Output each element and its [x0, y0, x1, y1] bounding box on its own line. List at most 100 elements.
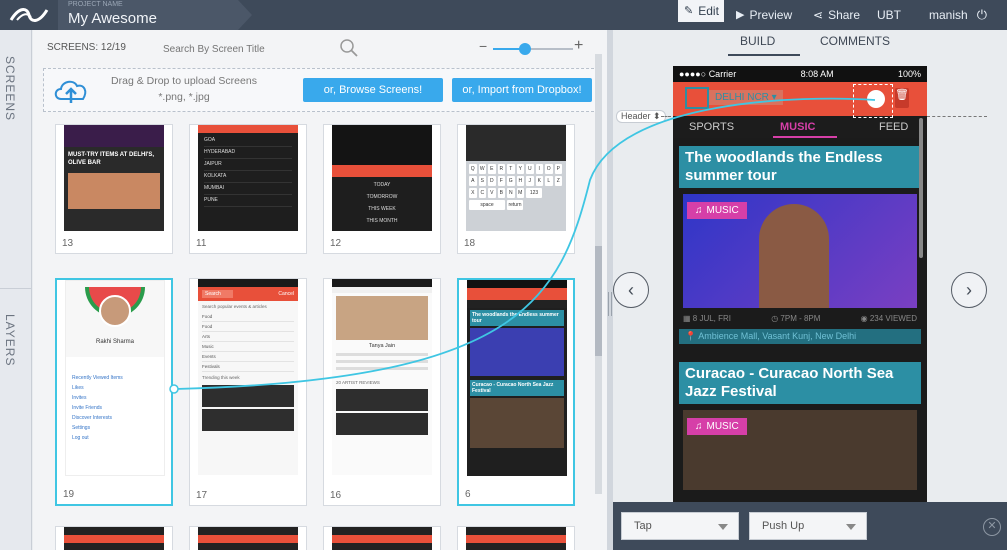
preview-button[interactable]: ▶ Preview: [736, 0, 792, 30]
event-image-1[interactable]: ♫ MUSIC: [683, 194, 917, 308]
screen-card[interactable]: MUST-TRY ITEMS AT DELHI'S, OLIVE BAR 13: [55, 124, 173, 254]
screen-card[interactable]: [323, 526, 441, 550]
thumb-search-label: Search: [202, 290, 233, 298]
trash-icon[interactable]: 🗑: [895, 88, 909, 108]
screens-grid: MUST-TRY ITEMS AT DELHI'S, OLIVE BAR 13 …: [43, 124, 591, 550]
thumb-link-item: Log out: [72, 435, 89, 441]
header-guide-line-left: [661, 116, 671, 117]
transition-value: Push Up: [762, 520, 805, 532]
header-label-pill[interactable]: Header ⬍: [616, 110, 666, 123]
app-logo-icon: [685, 87, 709, 109]
thumb-key: N: [507, 188, 515, 198]
thumb-profile-links: Recently Viewed Items Likes Invites Invite …: [66, 357, 164, 443]
app-logo[interactable]: [4, 1, 54, 29]
thumb-list-item: THIS MONTH: [366, 218, 398, 224]
screen-number: 19: [63, 489, 75, 500]
event-image-2[interactable]: ♫ MUSIC: [683, 410, 917, 490]
zoom-handle[interactable]: [519, 43, 531, 55]
nav-sports[interactable]: SPORTS: [689, 121, 734, 133]
preview-label: Preview: [749, 8, 793, 22]
power-icon[interactable]: ⏻: [977, 4, 987, 26]
caret-down-icon: [846, 524, 856, 530]
screen-number: 13: [62, 238, 74, 249]
thumb-category-list: Food Food Arts Music Events Festivals: [198, 312, 298, 372]
thumb-title: MUST-TRY ITEMS AT DELHI'S, OLIVE BAR: [68, 152, 155, 166]
search-icon[interactable]: [339, 38, 359, 58]
screen-card[interactable]: GOA HYDERABAD JAIPUR KOLKATA MUMBAI PUNE 11: [189, 124, 307, 254]
screen-card[interactable]: Q W E R T Y U I O P A S D F G H J K L Z X C V B N M 123 space return…: [457, 124, 575, 254]
screen-card[interactable]: [55, 526, 173, 550]
thumb-list-item: Festivals: [202, 362, 294, 372]
event-venue[interactable]: 📍 Ambience Mall, Vasant Kunj, New Delhi: [679, 329, 921, 344]
thumb-status: [332, 279, 432, 287]
share-label: Share: [828, 8, 861, 22]
screen-card[interactable]: Search Cancel Search popular events & ar…: [189, 278, 307, 506]
thumb-key: C: [478, 188, 486, 198]
ubt-button[interactable]: UBT: [877, 0, 901, 30]
thumb-key: J: [526, 176, 534, 186]
thumb-key: T: [507, 164, 515, 174]
trigger-value: Tap: [634, 520, 652, 532]
thumb-key: Y: [516, 164, 524, 174]
thumb-key: Z: [554, 176, 562, 186]
upload-dropzone[interactable]: Drag & Drop to upload Screens *.png, *.j…: [43, 68, 599, 112]
thumb-section-title: Search popular events & articles: [202, 304, 267, 309]
zoom-slider[interactable]: [493, 43, 573, 55]
screen-card[interactable]: [189, 526, 307, 550]
interaction-bar: Tap Push Up ✕: [613, 502, 1007, 550]
thumb-key: return: [507, 200, 523, 210]
cloud-upload-icon: [54, 80, 87, 103]
edit-button[interactable]: ✎ Edit: [678, 0, 724, 22]
play-icon: ▶: [736, 9, 745, 21]
thumb-artist-name: Tanya Jain: [368, 343, 396, 349]
screen-card[interactable]: Tanya Jain 20 ARTIST REVIEWS 16: [323, 278, 441, 506]
tab-build[interactable]: BUILD: [740, 34, 775, 48]
prev-screen-button[interactable]: ‹: [613, 272, 649, 308]
screen-number: 11: [196, 238, 207, 249]
screens-header: SCREENS: 12/19 − +: [33, 30, 607, 66]
phone-scrollbar[interactable]: [919, 118, 923, 258]
thumb-list-item: Food: [202, 322, 294, 332]
thumb-key: V: [488, 188, 496, 198]
search-input[interactable]: [163, 40, 338, 58]
event-title-1[interactable]: The woodlands the Endless summer tour: [679, 146, 921, 188]
user-menu[interactable]: manish ⏻: [929, 0, 987, 30]
thumb-cancel-label: Cancel: [278, 291, 294, 297]
project-name-box[interactable]: PROJECT NAME My Awesome: [58, 0, 252, 30]
splitter-grip[interactable]: [608, 292, 612, 316]
phone-preview[interactable]: ●●●●○ Carrier 8:08 AM 100% DELHI NCR ▾ 🗑…: [673, 66, 927, 506]
thumb-line: [336, 353, 428, 356]
screen-card-selected[interactable]: The woodlands the Endless summer tour Cu…: [457, 278, 575, 506]
screen-thumbnail: Search Cancel Search popular events & ar…: [198, 279, 298, 475]
thumb-list-item: Music: [202, 342, 294, 352]
music-tag-2: ♫ MUSIC: [687, 416, 747, 435]
nav-feed[interactable]: FEED: [879, 121, 908, 133]
nav-music[interactable]: MUSIC: [780, 121, 815, 133]
transition-select[interactable]: Push Up: [749, 512, 867, 540]
close-icon[interactable]: ✕: [983, 518, 1001, 536]
event-title-2[interactable]: Curacao - Curacao North Sea Jazz Festiva…: [679, 362, 921, 404]
tab-layers[interactable]: LAYERS: [3, 314, 17, 366]
upload-instructions: Drag & Drop to upload Screens: [111, 75, 257, 87]
screen-card[interactable]: [457, 526, 575, 550]
screen-card[interactable]: TODAY TOMORROW THIS WEEK THIS MONTH 12: [323, 124, 441, 254]
screen-thumbnail: The woodlands the Endless summer tour Cu…: [467, 280, 567, 476]
import-dropbox-button[interactable]: or, Import from Dropbox!: [452, 78, 592, 102]
thumb-header: [198, 125, 298, 133]
zoom-out-button[interactable]: −: [479, 38, 487, 54]
screens-scrollbar-thumb[interactable]: [595, 246, 602, 356]
trigger-select[interactable]: Tap: [621, 512, 739, 540]
screen-card-selected[interactable]: Rakhi Sharma Recently Viewed Items Likes I…: [55, 278, 173, 506]
screen-number: 16: [330, 490, 342, 501]
zoom-in-button[interactable]: +: [574, 37, 583, 55]
preview-panel: BUILD COMMENTS ‹ › ●●●●○ Carrier 8:08 AM…: [613, 30, 1007, 550]
tab-divider: [0, 288, 32, 289]
share-button[interactable]: ⋖ Share: [813, 0, 860, 30]
browse-screens-button[interactable]: or, Browse Screens!: [303, 78, 443, 102]
tab-comments[interactable]: COMMENTS: [820, 34, 890, 48]
next-screen-button[interactable]: ›: [951, 272, 987, 308]
hotspot-selection[interactable]: [853, 84, 893, 118]
city-selector[interactable]: DELHI NCR ▾: [709, 90, 783, 105]
thumb-key: G: [507, 176, 515, 186]
tab-screens[interactable]: SCREENS: [3, 56, 17, 121]
